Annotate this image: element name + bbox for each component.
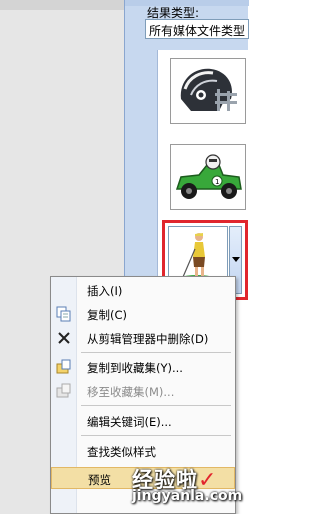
menu-item-copy[interactable]: 复制(C) bbox=[51, 303, 235, 325]
menu-item-label: 从剪辑管理器中删除(D) bbox=[87, 332, 209, 346]
menu-separator bbox=[81, 405, 231, 406]
menu-separator bbox=[81, 435, 231, 436]
copy-to-collection-icon bbox=[56, 359, 72, 375]
menu-item-copy-to-collection[interactable]: 复制到收藏集(Y)... bbox=[51, 356, 235, 378]
menu-item-edit-keywords[interactable]: 编辑关键词(E)... bbox=[51, 410, 235, 432]
menu-item-label: 预览 bbox=[88, 473, 111, 487]
menu-item-label: 编辑关键词(E)... bbox=[87, 415, 172, 429]
host-app-top-edge bbox=[0, 0, 124, 10]
watermark-url: jingyanla.com bbox=[132, 488, 243, 504]
menu-item-label: 复制(C) bbox=[87, 308, 128, 322]
clip-thumbnail-race-car[interactable]: 1 bbox=[170, 144, 246, 210]
chevron-down-icon bbox=[232, 257, 240, 262]
menu-item-label: 插入(I) bbox=[87, 284, 123, 298]
race-car-icon: 1 bbox=[175, 154, 242, 199]
menu-item-insert[interactable]: 插入(I) bbox=[51, 279, 235, 301]
menu-item-delete-from-organizer[interactable]: 从剪辑管理器中删除(D) bbox=[51, 327, 235, 349]
svg-text:1: 1 bbox=[215, 178, 219, 186]
results-type-select[interactable]: 所有媒体文件类型 bbox=[145, 19, 249, 39]
copy-icon bbox=[56, 306, 72, 322]
menu-item-label: 查找类似样式 bbox=[87, 445, 156, 459]
football-helmet-icon bbox=[180, 68, 237, 111]
menu-item-label: 移至收藏集(M)... bbox=[87, 385, 175, 399]
menu-item-label: 复制到收藏集(Y)... bbox=[87, 361, 183, 375]
move-to-collection-icon bbox=[56, 383, 72, 399]
delete-x-icon bbox=[56, 330, 72, 346]
clip-thumbnail-helmet[interactable] bbox=[170, 58, 246, 124]
menu-item-move-to-collection[interactable]: 移至收藏集(M)... bbox=[51, 380, 235, 402]
menu-separator bbox=[81, 352, 231, 353]
menu-item-find-similar-style[interactable]: 查找类似样式 bbox=[51, 440, 235, 462]
